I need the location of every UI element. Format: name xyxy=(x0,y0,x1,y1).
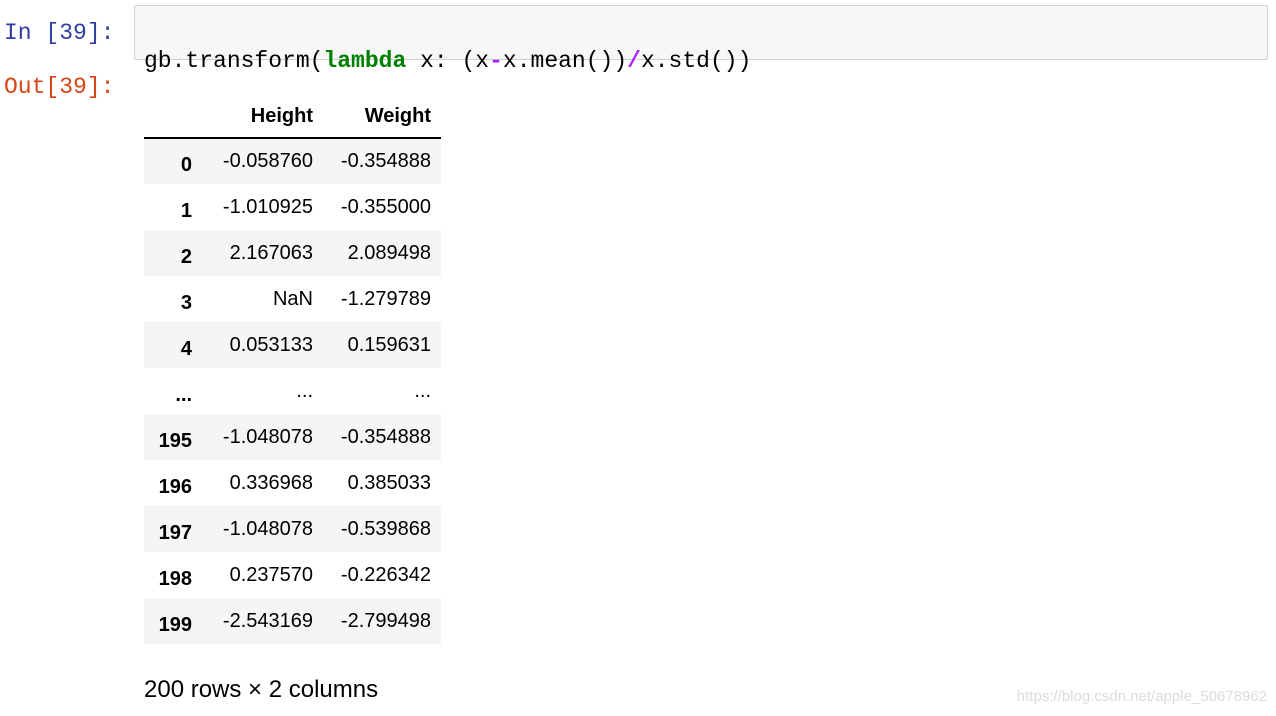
cell-weight: -2.799498 xyxy=(340,609,431,632)
cell-weight: 0.159631 xyxy=(347,333,431,356)
table-header-row: Height Weight xyxy=(144,96,441,139)
table-row: 198 0.237570 -0.226342 xyxy=(144,552,441,598)
table-row: 196 0.336968 0.385033 xyxy=(144,460,441,506)
input-prompt: In [39]: xyxy=(4,20,115,46)
cell-height: -1.010925 xyxy=(222,195,313,218)
row-index: 199 xyxy=(158,613,192,636)
code-token: x.mean()) xyxy=(502,48,628,74)
row-index: 195 xyxy=(158,429,192,452)
cell-height: -0.058760 xyxy=(222,150,313,172)
table-row: 195 -1.048078 -0.354888 xyxy=(144,414,441,460)
row-index: 0 xyxy=(180,154,192,176)
table-row: 197 -1.048078 -0.539868 xyxy=(144,506,441,552)
column-header-height: Height xyxy=(204,96,323,139)
table-row: 2 2.167063 2.089498 xyxy=(144,230,441,276)
cell-weight: 2.089498 xyxy=(347,241,431,264)
watermark: https://blog.csdn.net/apple_50678962 xyxy=(1016,688,1267,705)
cell-height: 0.336968 xyxy=(229,471,313,494)
cell-height: -2.543169 xyxy=(222,609,313,632)
cell-weight: -0.355000 xyxy=(340,195,431,218)
table-row: 1 -1.010925 -0.355000 xyxy=(144,184,441,230)
dataframe-table: Height Weight 0 -0.058760 -0.354888 1 -1… xyxy=(144,96,441,644)
table-row: 199 -2.543169 -2.799498 xyxy=(144,598,441,644)
cell-height: 0.237570 xyxy=(229,563,313,586)
code-token: x: (x xyxy=(406,48,490,74)
table-row: 4 0.053133 0.159631 xyxy=(144,322,441,368)
row-index: 3 xyxy=(180,291,192,314)
row-index: ... xyxy=(175,383,192,406)
row-index: 198 xyxy=(158,567,192,590)
cell-weight: ... xyxy=(414,379,431,402)
cell-weight: -0.354888 xyxy=(340,150,431,172)
row-index: 2 xyxy=(180,245,192,268)
code-cell-editor[interactable]: gb.transform(lambda x: (x-x.mean())/x.st… xyxy=(134,5,1268,74)
cell-height: 2.167063 xyxy=(229,241,313,264)
cell-height: NaN xyxy=(272,287,313,310)
cell-height: -1.048078 xyxy=(222,517,313,540)
row-index: 4 xyxy=(180,337,192,360)
cell-weight: -0.354888 xyxy=(340,425,431,448)
row-index: 197 xyxy=(158,521,192,544)
table-row: 3 NaN -1.279789 xyxy=(144,276,441,322)
index-header xyxy=(144,96,204,139)
cell-height: -1.048078 xyxy=(222,425,313,448)
output-area: Height Weight 0 -0.058760 -0.354888 1 -1… xyxy=(144,96,441,644)
code-token-operator: / xyxy=(627,48,641,74)
table-row: 0 -0.058760 -0.354888 xyxy=(144,138,441,184)
cell-weight: -0.226342 xyxy=(340,563,431,586)
code-token-keyword: lambda xyxy=(323,48,407,74)
cell-weight: 0.385033 xyxy=(347,471,431,494)
code-token-operator: - xyxy=(489,48,503,74)
dataframe-shape-summary: 200 rows × 2 columns xyxy=(144,676,379,703)
column-header-weight: Weight xyxy=(323,96,441,139)
code-token: gb.transform( xyxy=(144,48,324,74)
table-row-ellipsis: ... ... ... xyxy=(144,368,441,414)
row-index: 1 xyxy=(180,199,192,222)
output-prompt: Out[39]: xyxy=(4,74,115,100)
cell-weight: -1.279789 xyxy=(340,287,431,310)
row-index: 196 xyxy=(158,475,192,498)
cell-weight: -0.539868 xyxy=(340,517,431,540)
code-token: x.std()) xyxy=(640,48,752,74)
cell-height: 0.053133 xyxy=(229,333,313,356)
cell-height: ... xyxy=(296,379,313,402)
